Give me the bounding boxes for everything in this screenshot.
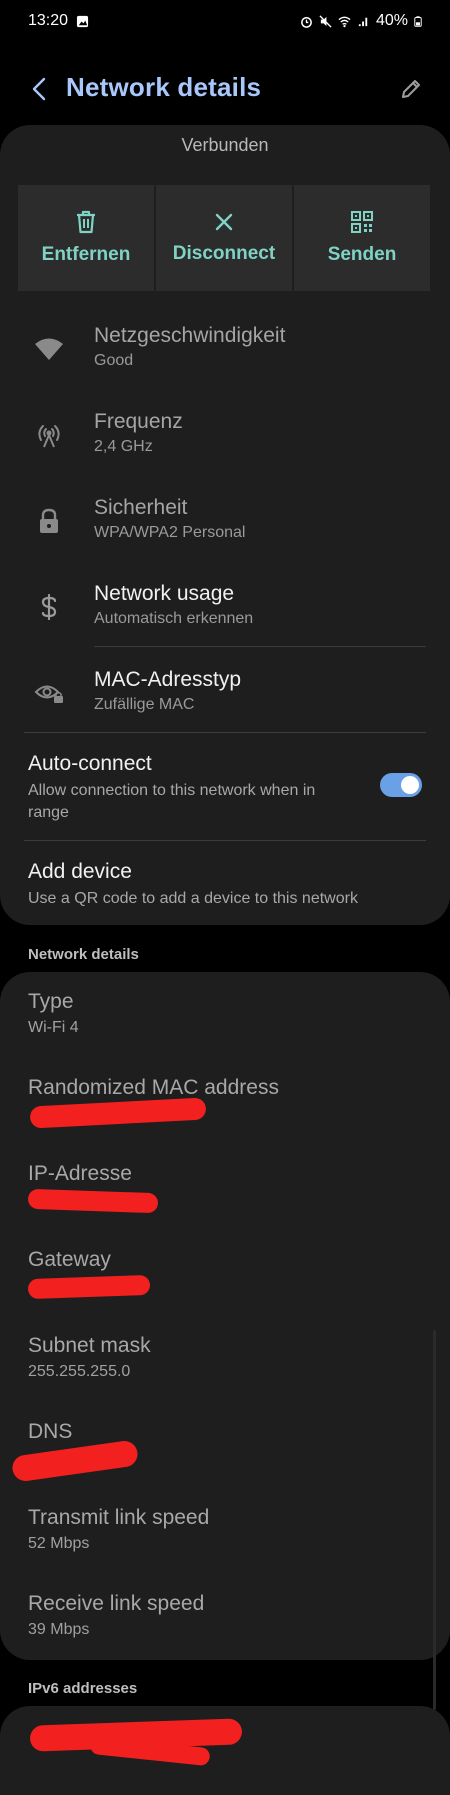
gallery-icon xyxy=(76,15,89,27)
disconnect-button-label: Disconnect xyxy=(172,243,276,264)
network-details-card: Type Wi-Fi 4 Randomized MAC address IP-A… xyxy=(0,972,450,1660)
wifi-status-icon xyxy=(338,16,351,27)
detail-tx-speed-value: 52 Mbps xyxy=(28,1535,90,1552)
eye-lock-icon xyxy=(34,685,63,703)
dollar-icon xyxy=(41,593,57,621)
detail-type-value: Wi-Fi 4 xyxy=(28,1019,79,1036)
auto-connect-title: Auto-connect xyxy=(28,752,152,775)
disconnect-button[interactable]: Disconnect xyxy=(156,185,292,291)
trash-icon xyxy=(77,210,95,234)
detail-subnet-value: 255.255.255.0 xyxy=(28,1363,131,1380)
redaction-mark xyxy=(27,1188,159,1214)
back-arrow-icon xyxy=(32,77,46,101)
status-time: 13:20 xyxy=(28,12,69,29)
ipv6-card xyxy=(0,1706,450,1795)
remove-button-label: Entfernen xyxy=(41,244,131,265)
divider xyxy=(24,732,426,733)
divider xyxy=(94,646,426,647)
row-mac-type[interactable]: MAC-Adresstyp Zufällige MAC xyxy=(0,654,450,740)
connection-status: Verbunden xyxy=(181,135,269,155)
qr-code-icon xyxy=(351,211,373,233)
security-title: Sicherheit xyxy=(94,496,188,519)
network-details-header: Network details xyxy=(28,946,139,963)
auto-connect-description: Allow connection to this network when in… xyxy=(28,782,316,821)
detail-ip-title: IP-Adresse xyxy=(28,1162,132,1185)
divider xyxy=(24,840,426,841)
network-usage-value: Automatisch erkennen xyxy=(94,610,254,627)
close-icon xyxy=(215,213,233,231)
mac-type-title: MAC-Adresstyp xyxy=(94,668,242,691)
redaction-mark xyxy=(10,1439,140,1483)
detail-gateway-title: Gateway xyxy=(28,1248,111,1271)
ipv6-header: IPv6 addresses xyxy=(28,1680,138,1697)
redaction-mark xyxy=(27,1274,151,1300)
detail-rx-speed-value: 39 Mbps xyxy=(28,1621,90,1638)
status-bar: 13:20 40% xyxy=(0,0,450,42)
network-speed-value: Good xyxy=(94,352,134,369)
network-speed-title: Netzgeschwindigkeit xyxy=(94,324,286,347)
frequency-title: Frequenz xyxy=(94,410,183,433)
detail-dns-title: DNS xyxy=(28,1420,73,1443)
detail-mac-title: Randomized MAC address xyxy=(28,1076,279,1099)
lock-icon xyxy=(40,508,58,533)
remove-button[interactable]: Entfernen xyxy=(18,185,154,291)
share-button-label: Senden xyxy=(327,244,397,265)
redaction-mark xyxy=(29,1097,207,1129)
add-device-description: Use a QR code to add a device to this ne… xyxy=(28,890,358,907)
security-value: WPA/WPA2 Personal xyxy=(94,524,246,541)
network-usage-title: Network usage xyxy=(94,582,235,605)
detail-subnet-title: Subnet mask xyxy=(28,1334,151,1357)
detail-tx-speed-title: Transmit link speed xyxy=(28,1506,210,1529)
antenna-icon xyxy=(38,425,60,448)
row-security: Sicherheit WPA/WPA2 Personal xyxy=(0,482,450,568)
toggle-knob xyxy=(401,776,419,794)
mute-icon xyxy=(319,14,332,28)
edit-button[interactable] xyxy=(394,72,428,106)
add-device-title: Add device xyxy=(28,860,132,883)
app-header: Network details xyxy=(0,60,450,118)
detail-rx-speed-title: Receive link speed xyxy=(28,1592,205,1615)
mac-type-value: Zufällige MAC xyxy=(94,696,195,713)
battery-icon xyxy=(414,15,422,27)
action-bar: Entfernen Disconnect Senden xyxy=(18,185,430,291)
pencil-icon xyxy=(402,80,420,98)
row-frequency: Frequenz 2,4 GHz xyxy=(0,396,450,482)
battery-percent: 40% xyxy=(375,12,408,29)
detail-type-title: Type xyxy=(28,990,74,1013)
page-title: Network details xyxy=(66,72,262,102)
alarm-icon xyxy=(301,16,312,28)
wifi-icon xyxy=(35,338,63,360)
share-button[interactable]: Senden xyxy=(294,185,430,291)
row-network-speed: Netzgeschwindigkeit Good xyxy=(0,310,450,396)
scrollbar[interactable] xyxy=(433,1330,436,1710)
auto-connect-toggle[interactable] xyxy=(380,773,422,797)
row-network-usage[interactable]: Network usage Automatisch erkennen xyxy=(0,568,450,654)
frequency-value: 2,4 GHz xyxy=(94,438,153,455)
network-card: Verbunden Entfernen Disconnect Senden Ne… xyxy=(0,125,450,925)
signal-icon xyxy=(358,17,368,26)
back-button[interactable] xyxy=(22,72,56,106)
